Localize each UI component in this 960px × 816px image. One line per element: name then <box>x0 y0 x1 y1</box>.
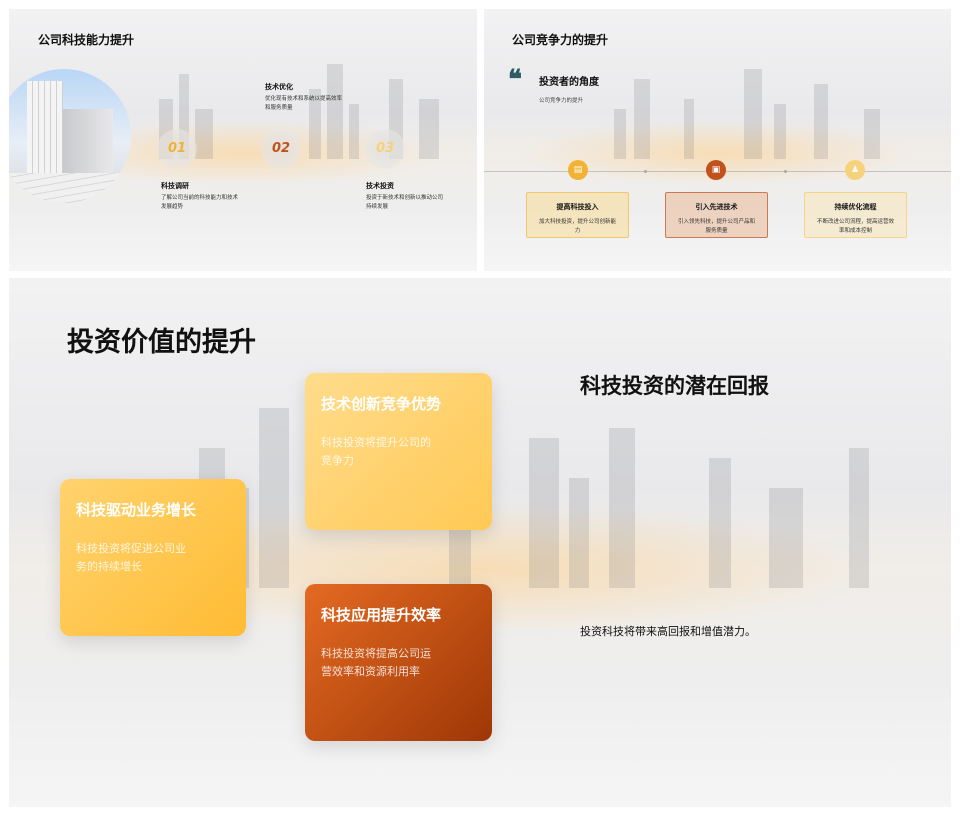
bell-icon: ♟ <box>845 160 865 180</box>
quote-icon: ❝ <box>508 65 522 95</box>
card-title: 引入先进技术 <box>695 203 738 211</box>
slide-tech-capability[interactable]: 公司科技能力提升 01 科技调研 了解公司当前的科技能力和技术发展趋势 02 技… <box>9 9 477 271</box>
feature-card[interactable]: 提高科技投入 加大科技投资，提升公司创新能力 <box>526 192 629 238</box>
card-desc: 不断改进公司流程，提高运营效率和成本控制 <box>816 219 894 234</box>
perspective-subtitle: 公司竞争力的提升 <box>539 98 584 104</box>
card-title: 科技驱动业务增长 <box>76 501 197 519</box>
step-desc: 投资于新技术和创新以推动公司持续发展 <box>366 195 444 210</box>
card-desc: 科技投资将提升公司的竞争力 <box>321 436 431 467</box>
value-card[interactable]: 科技驱动业务增长 科技投资将促进公司业务的持续增长 <box>60 479 246 636</box>
step-number: 02 <box>261 129 301 169</box>
step-desc: 了解公司当前的科技能力和技术发展趋势 <box>161 195 239 210</box>
feature-card[interactable]: 引入先进技术 引入领先科技，提升公司产品和服务质量 <box>665 192 768 238</box>
card-desc: 科技投资将促进公司业务的持续增长 <box>76 542 186 573</box>
step-desc: 优化现有技术和系统以提高效率和服务质量 <box>265 96 343 111</box>
step-title: 技术优化 <box>265 83 293 91</box>
step-number: 03 <box>365 129 405 169</box>
building-photo <box>9 69 131 203</box>
slide-title: 公司竞争力的提升 <box>512 33 609 47</box>
value-card[interactable]: 技术创新竞争优势 科技投资将提升公司的竞争力 <box>305 373 492 530</box>
timeline-dot <box>644 170 647 173</box>
timeline-dot <box>784 170 787 173</box>
image-icon: ▣ <box>706 160 726 180</box>
step-title: 科技调研 <box>161 182 189 190</box>
card-title: 技术创新竞争优势 <box>321 395 442 413</box>
value-card[interactable]: 科技应用提升效率 科技投资将提高公司运营效率和资源利用率 <box>305 584 492 741</box>
returns-desc: 投资科技将带来高回报和增值潜力。 <box>580 625 756 638</box>
slide-title: 投资价值的提升 <box>67 327 256 358</box>
card-title: 持续优化流程 <box>834 203 877 211</box>
card-desc: 引入领先科技，提升公司产品和服务质量 <box>677 219 755 234</box>
perspective-title: 投资者的角度 <box>539 77 599 88</box>
step-number: 01 <box>157 129 197 169</box>
slide-investment-value[interactable]: 投资价值的提升 科技驱动业务增长 科技投资将促进公司业务的持续增长 技术创新竞争… <box>9 278 951 807</box>
card-desc: 加大科技投资，提升公司创新能力 <box>538 219 616 234</box>
card-title: 提高科技投入 <box>556 203 599 211</box>
returns-title: 科技投资的潜在回报 <box>580 374 769 398</box>
slide-title: 公司科技能力提升 <box>38 33 135 47</box>
step-title: 技术投资 <box>366 182 394 190</box>
feature-card[interactable]: 持续优化流程 不断改进公司流程，提高运营效率和成本控制 <box>804 192 907 238</box>
card-desc: 科技投资将提高公司运营效率和资源利用率 <box>321 647 431 678</box>
card-title: 科技应用提升效率 <box>321 606 442 624</box>
slide-competitiveness[interactable]: 公司竞争力的提升 ❝ 投资者的角度 公司竞争力的提升 ▤ 提高科技投入 加大科技… <box>484 9 951 271</box>
document-icon: ▤ <box>568 160 588 180</box>
